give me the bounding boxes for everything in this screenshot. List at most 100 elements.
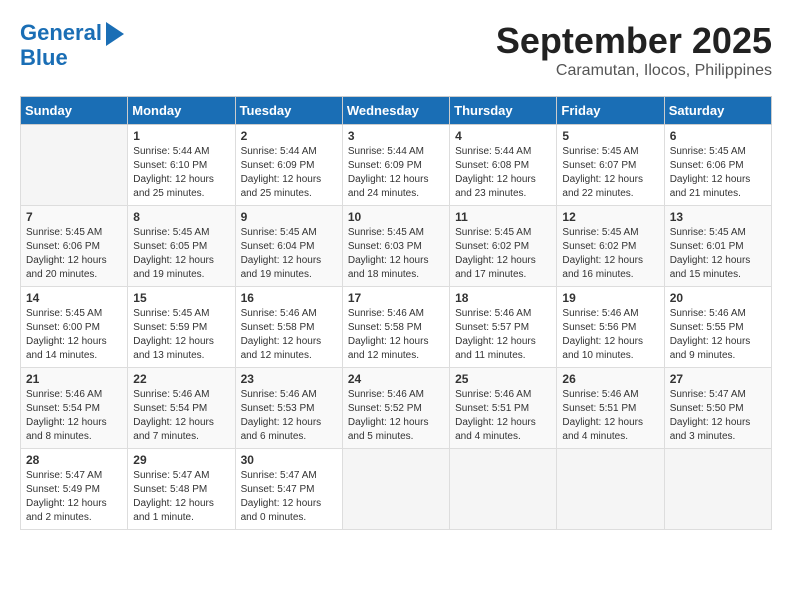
day-number: 6 (670, 129, 766, 143)
column-header-tuesday: Tuesday (235, 97, 342, 125)
day-number: 4 (455, 129, 551, 143)
calendar-cell: 7 Sunrise: 5:45 AMSunset: 6:06 PMDaylight… (21, 206, 128, 287)
day-info: Sunrise: 5:46 AMSunset: 5:51 PMDaylight:… (562, 388, 658, 444)
calendar-cell: 12 Sunrise: 5:45 AMSunset: 6:02 PMDayligh… (557, 206, 664, 287)
calendar-cell (342, 449, 449, 530)
day-info: Sunrise: 5:44 AMSunset: 6:10 PMDaylight:… (133, 145, 229, 201)
calendar-week-row: 28Sunrise: 5:47 AMSunset: 5:49 PMDayligh… (21, 449, 772, 530)
day-info: Sunrise: 5:44 AMSunset: 6:08 PMDaylight:… (455, 145, 551, 201)
day-info: Sunrise: 5:47 AMSunset: 5:47 PMDaylight:… (241, 469, 337, 525)
calendar-week-row: 1 Sunrise: 5:44 AMSunset: 6:10 PMDaylight… (21, 125, 772, 206)
calendar-week-row: 21 Sunrise: 5:46 AMSunset: 5:54 PMDayligh… (21, 368, 772, 449)
day-info: Sunrise: 5:45 AMSunset: 6:06 PMDaylight:… (670, 145, 766, 201)
day-info: Sunrise: 5:46 AMSunset: 5:58 PMDaylight:… (241, 307, 337, 363)
calendar-cell: 10Sunrise: 5:45 AMSunset: 6:03 PMDayligh… (342, 206, 449, 287)
day-info: Sunrise: 5:45 AMSunset: 5:59 PMDaylight:… (133, 307, 229, 363)
page-header: General Blue September 2025 Caramutan, I… (20, 20, 772, 80)
calendar-header-row: SundayMondayTuesdayWednesdayThursdayFrid… (21, 97, 772, 125)
calendar-cell: 30 Sunrise: 5:47 AMSunset: 5:47 PMDayligh… (235, 449, 342, 530)
calendar-cell: 2 Sunrise: 5:44 AMSunset: 6:09 PMDaylight… (235, 125, 342, 206)
day-info: Sunrise: 5:46 AMSunset: 5:53 PMDaylight:… (241, 388, 337, 444)
calendar-cell: 29 Sunrise: 5:47 AMSunset: 5:48 PMDayligh… (128, 449, 235, 530)
column-header-wednesday: Wednesday (342, 97, 449, 125)
calendar-cell: 4 Sunrise: 5:44 AMSunset: 6:08 PMDaylight… (450, 125, 557, 206)
calendar-cell: 20Sunrise: 5:46 AMSunset: 5:55 PMDayligh… (664, 287, 771, 368)
day-info: Sunrise: 5:44 AMSunset: 6:09 PMDaylight:… (348, 145, 444, 201)
day-info: Sunrise: 5:46 AMSunset: 5:54 PMDaylight:… (133, 388, 229, 444)
day-number: 12 (562, 210, 658, 224)
day-number: 9 (241, 210, 337, 224)
calendar-cell: 9Sunrise: 5:45 AMSunset: 6:04 PMDaylight… (235, 206, 342, 287)
day-number: 29 (133, 453, 229, 467)
calendar-cell: 21Sunrise: 5:46 AMSunset: 5:54 PMDayligh… (21, 368, 128, 449)
logo-text2: Blue (20, 45, 68, 70)
column-header-friday: Friday (557, 97, 664, 125)
day-number: 21 (26, 372, 122, 386)
calendar-cell: 25 Sunrise: 5:46 AMSunset: 5:51 PMDayligh… (450, 368, 557, 449)
day-number: 10 (348, 210, 444, 224)
day-number: 22 (133, 372, 229, 386)
calendar-cell: 18Sunrise: 5:46 AMSunset: 5:57 PMDayligh… (450, 287, 557, 368)
day-number: 3 (348, 129, 444, 143)
day-info: Sunrise: 5:46 AMSunset: 5:52 PMDaylight:… (348, 388, 444, 444)
calendar-cell: 22 Sunrise: 5:46 AMSunset: 5:54 PMDayligh… (128, 368, 235, 449)
calendar-cell: 1 Sunrise: 5:44 AMSunset: 6:10 PMDaylight… (128, 125, 235, 206)
calendar-cell: 5Sunrise: 5:45 AMSunset: 6:07 PMDaylight… (557, 125, 664, 206)
calendar-cell: 6 Sunrise: 5:45 AMSunset: 6:06 PMDaylight… (664, 125, 771, 206)
day-number: 25 (455, 372, 551, 386)
day-number: 2 (241, 129, 337, 143)
calendar-cell: 26Sunrise: 5:46 AMSunset: 5:51 PMDayligh… (557, 368, 664, 449)
day-number: 8 (133, 210, 229, 224)
day-number: 16 (241, 291, 337, 305)
column-header-monday: Monday (128, 97, 235, 125)
column-header-thursday: Thursday (450, 97, 557, 125)
column-header-sunday: Sunday (21, 97, 128, 125)
day-info: Sunrise: 5:46 AMSunset: 5:51 PMDaylight:… (455, 388, 551, 444)
day-number: 15 (133, 291, 229, 305)
day-info: Sunrise: 5:46 AMSunset: 5:55 PMDaylight:… (670, 307, 766, 363)
calendar-cell: 28Sunrise: 5:47 AMSunset: 5:49 PMDayligh… (21, 449, 128, 530)
calendar-cell: 24 Sunrise: 5:46 AMSunset: 5:52 PMDayligh… (342, 368, 449, 449)
day-info: Sunrise: 5:45 AMSunset: 6:02 PMDaylight:… (562, 226, 658, 282)
calendar-cell: 11 Sunrise: 5:45 AMSunset: 6:02 PMDayligh… (450, 206, 557, 287)
calendar-week-row: 7 Sunrise: 5:45 AMSunset: 6:06 PMDaylight… (21, 206, 772, 287)
logo-arrow-icon (106, 22, 124, 46)
calendar-cell (450, 449, 557, 530)
calendar-cell: 15 Sunrise: 5:45 AMSunset: 5:59 PMDayligh… (128, 287, 235, 368)
day-number: 14 (26, 291, 122, 305)
day-info: Sunrise: 5:47 AMSunset: 5:49 PMDaylight:… (26, 469, 122, 525)
calendar-cell: 17Sunrise: 5:46 AMSunset: 5:58 PMDayligh… (342, 287, 449, 368)
month-title: September 2025 (496, 20, 772, 62)
calendar-cell: 14Sunrise: 5:45 AMSunset: 6:00 PMDayligh… (21, 287, 128, 368)
logo: General Blue (20, 20, 124, 70)
day-info: Sunrise: 5:47 AMSunset: 5:48 PMDaylight:… (133, 469, 229, 525)
day-number: 5 (562, 129, 658, 143)
day-number: 1 (133, 129, 229, 143)
day-info: Sunrise: 5:45 AMSunset: 6:05 PMDaylight:… (133, 226, 229, 282)
calendar-cell: 19 Sunrise: 5:46 AMSunset: 5:56 PMDayligh… (557, 287, 664, 368)
calendar-cell (664, 449, 771, 530)
calendar-cell: 27Sunrise: 5:47 AMSunset: 5:50 PMDayligh… (664, 368, 771, 449)
day-number: 13 (670, 210, 766, 224)
day-info: Sunrise: 5:46 AMSunset: 5:58 PMDaylight:… (348, 307, 444, 363)
day-number: 27 (670, 372, 766, 386)
day-info: Sunrise: 5:46 AMSunset: 5:56 PMDaylight:… (562, 307, 658, 363)
logo-text: General (20, 21, 102, 45)
calendar-cell (557, 449, 664, 530)
calendar-cell: 3 Sunrise: 5:44 AMSunset: 6:09 PMDaylight… (342, 125, 449, 206)
day-number: 30 (241, 453, 337, 467)
day-number: 7 (26, 210, 122, 224)
day-info: Sunrise: 5:44 AMSunset: 6:09 PMDaylight:… (241, 145, 337, 201)
day-info: Sunrise: 5:45 AMSunset: 6:06 PMDaylight:… (26, 226, 122, 282)
calendar-cell: 16 Sunrise: 5:46 AMSunset: 5:58 PMDayligh… (235, 287, 342, 368)
day-number: 11 (455, 210, 551, 224)
calendar-cell: 23Sunrise: 5:46 AMSunset: 5:53 PMDayligh… (235, 368, 342, 449)
calendar-table: SundayMondayTuesdayWednesdayThursdayFrid… (20, 96, 772, 530)
day-number: 19 (562, 291, 658, 305)
calendar-cell: 13Sunrise: 5:45 AMSunset: 6:01 PMDayligh… (664, 206, 771, 287)
day-number: 24 (348, 372, 444, 386)
day-info: Sunrise: 5:45 AMSunset: 6:02 PMDaylight:… (455, 226, 551, 282)
title-block: September 2025 Caramutan, Ilocos, Philip… (496, 20, 772, 80)
column-header-saturday: Saturday (664, 97, 771, 125)
day-info: Sunrise: 5:46 AMSunset: 5:57 PMDaylight:… (455, 307, 551, 363)
